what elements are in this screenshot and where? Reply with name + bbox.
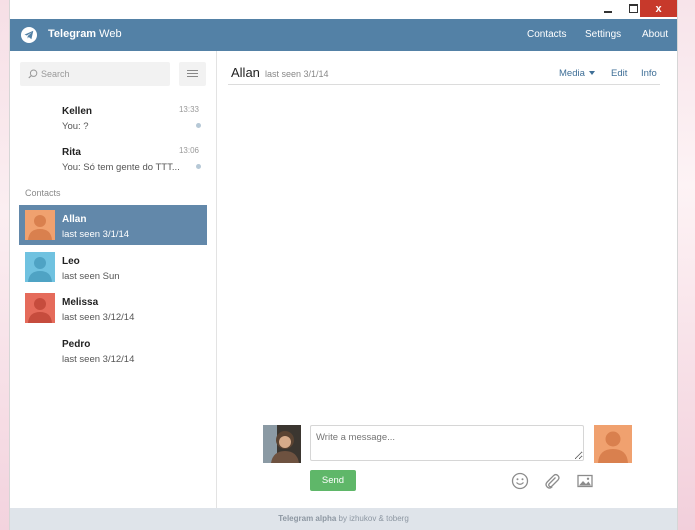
dialog-message: You: ? (62, 121, 89, 132)
contact-status: last seen 3/12/14 (62, 312, 135, 323)
chat-panel: Allan last seen 3/1/14 Media Edit Info S… (217, 51, 677, 508)
media-label: Media (559, 68, 585, 79)
media-dropdown[interactable]: Media (559, 68, 595, 79)
caret-down-icon (588, 71, 595, 76)
avatar (25, 252, 55, 282)
attach-button[interactable] (543, 472, 561, 490)
emoji-button[interactable] (511, 472, 529, 490)
info-link[interactable]: Info (641, 68, 657, 79)
contact-status: last seen 3/1/14 (62, 229, 130, 240)
contact-item-leo[interactable]: Leo last seen Sun (19, 247, 207, 287)
contact-status: last seen 3/12/14 (62, 354, 135, 365)
avatar (25, 293, 55, 323)
close-button[interactable]: x (640, 0, 677, 17)
user-avatar-icon (25, 252, 55, 282)
nav-about[interactable]: About (642, 29, 668, 40)
dialog-time: 13:06 (178, 146, 199, 155)
footer-credits: by izhukov & toberg (336, 514, 409, 523)
emoji-icon (511, 472, 529, 490)
peer-status: last seen 3/1/14 (265, 69, 329, 79)
photo-button[interactable] (576, 472, 594, 490)
search-icon (28, 69, 38, 79)
contact-name: Pedro (62, 339, 91, 350)
menu-button[interactable] (179, 62, 206, 86)
photo-icon (577, 474, 593, 488)
window-titlebar: x (10, 0, 677, 19)
user-avatar-icon (25, 210, 55, 240)
dialog-time: 13:33 (178, 105, 199, 114)
app-title: Telegram Web (48, 28, 122, 40)
contact-item-pedro[interactable]: Pedro last seen 3/12/14 (19, 330, 207, 370)
minimize-icon (604, 10, 612, 13)
dialog-message: You: Só tem gente do TTT... (62, 162, 180, 173)
peer-name[interactable]: Allan (231, 65, 260, 80)
footer-brand: Telegram alpha (278, 514, 337, 523)
app-footer: Telegram alpha by izhukov & toberg (10, 508, 677, 530)
nav-settings[interactable]: Settings (585, 29, 621, 40)
desktop-background-left (0, 0, 9, 530)
contact-name: Allan (62, 214, 87, 225)
browser-window: x Telegram Web Contacts Settings About S… (9, 0, 678, 530)
contact-item-melissa[interactable]: Melissa last seen 3/12/14 (19, 288, 207, 328)
telegram-logo-icon (21, 27, 37, 43)
edit-link[interactable]: Edit (611, 68, 627, 79)
attach-icon (545, 473, 560, 489)
desktop-background-right (676, 0, 695, 530)
send-button[interactable]: Send (310, 470, 356, 491)
maximize-icon (628, 4, 638, 13)
search-input[interactable]: Search (20, 62, 170, 86)
dialog-item-rita[interactable]: Rita You: Só tem gente do TTT... 13:06 (19, 142, 207, 182)
nav-contacts[interactable]: Contacts (527, 29, 566, 40)
unread-dot-icon (196, 164, 201, 169)
message-input[interactable] (310, 425, 584, 461)
search-placeholder: Search (41, 69, 70, 79)
dialog-item-kellen[interactable]: Kellen You: ? 13:33 (19, 101, 207, 141)
user-avatar-icon (594, 425, 632, 463)
contact-name: Leo (62, 256, 80, 267)
contact-name: Melissa (62, 297, 99, 308)
header-divider (228, 84, 660, 85)
unread-dot-icon (196, 123, 201, 128)
app-header: Telegram Web Contacts Settings About (10, 19, 677, 51)
app-title-bold: Telegram (48, 28, 97, 40)
contacts-section-label: Contacts (25, 188, 61, 198)
peer-avatar (594, 425, 632, 463)
sidebar: Search Kellen You: ? 13:33 Rita You: Só … (10, 51, 217, 508)
app-title-rest: Web (96, 28, 122, 40)
dialog-name: Kellen (62, 106, 93, 117)
contact-item-allan[interactable]: Allan last seen 3/1/14 (19, 205, 207, 245)
my-avatar (263, 425, 301, 463)
dialog-name: Rita (62, 147, 81, 158)
avatar (25, 210, 55, 240)
contact-status: last seen Sun (62, 271, 120, 282)
close-icon: x (655, 2, 662, 15)
user-avatar-icon (25, 293, 55, 323)
user-photo-icon (263, 425, 301, 463)
